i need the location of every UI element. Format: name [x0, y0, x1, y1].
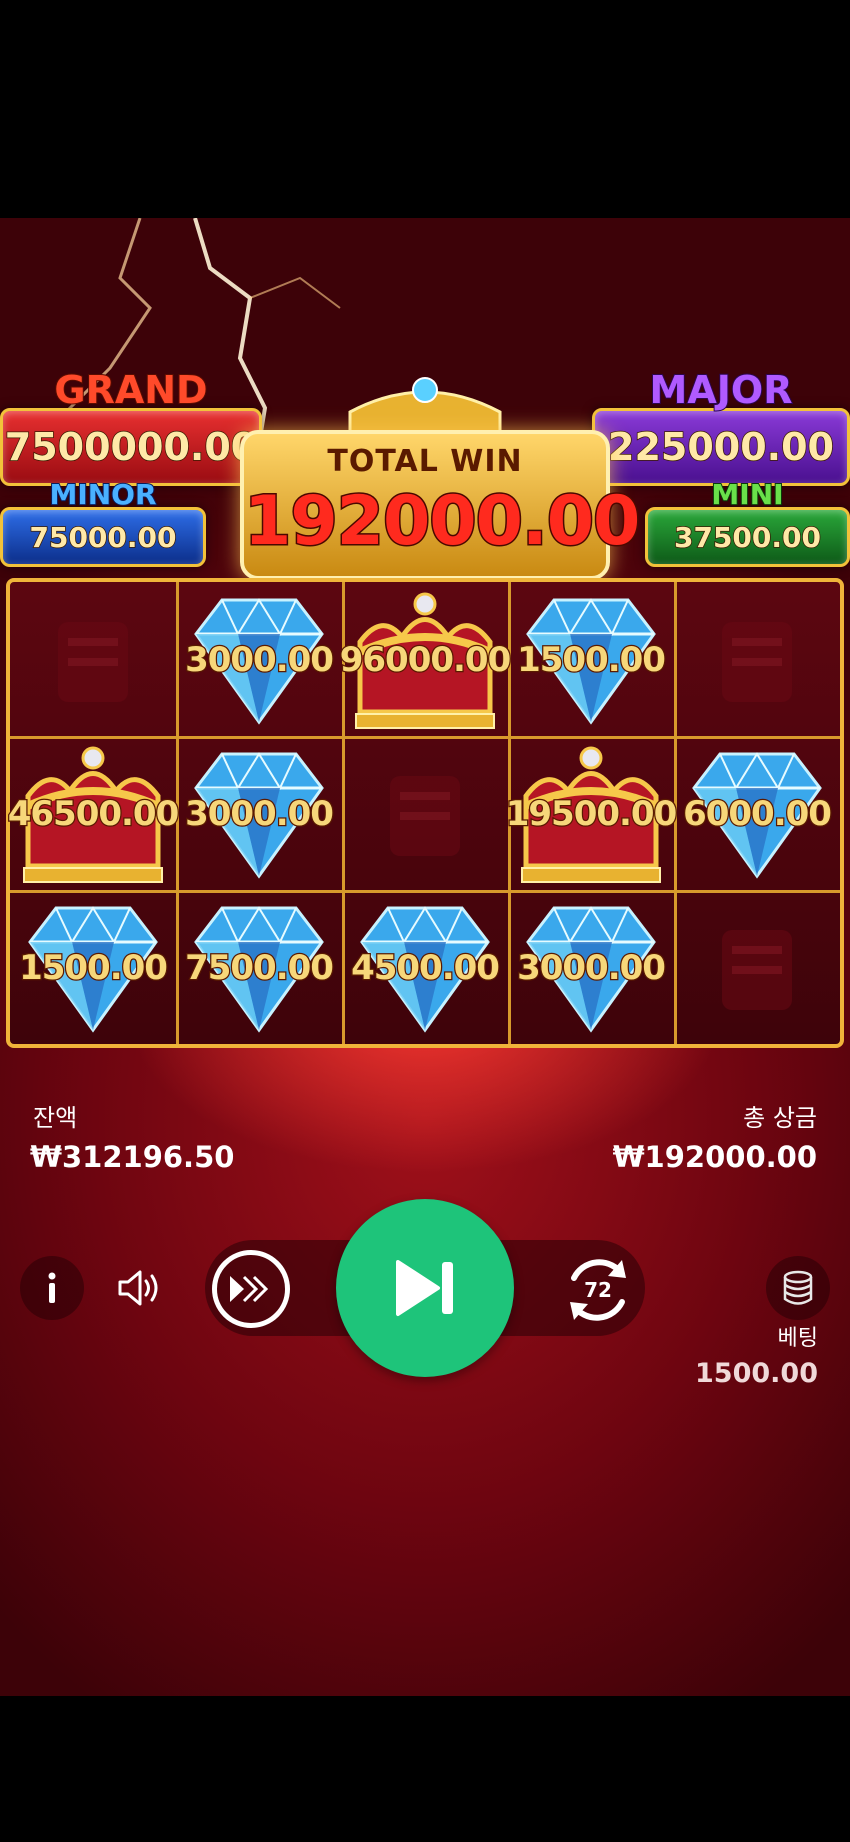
cell-value: 96000.00: [338, 639, 512, 682]
total-win-value: 192000.00: [243, 481, 642, 563]
diamond-cell: 7500.00: [176, 890, 342, 1044]
blank-symbol-icon: [722, 930, 792, 1010]
diamond-cell: 1500.00: [10, 890, 176, 1044]
bet-button[interactable]: [766, 1256, 830, 1320]
turbo-button[interactable]: [212, 1250, 290, 1328]
mini-jackpot: MINI 37500.00: [645, 477, 850, 567]
crown-cell: 46500.00: [6, 736, 181, 890]
blank-symbol-icon: [390, 776, 460, 856]
balance-value: ₩312196.50: [30, 1140, 235, 1174]
cell-value: 6000.00: [682, 793, 833, 836]
empty-cell: [342, 736, 508, 890]
total-win-label: TOTAL WIN: [327, 444, 523, 479]
mini-value: 37500.00: [645, 507, 850, 567]
skip-play-icon: [396, 1260, 453, 1316]
major-value: 225000.00: [592, 408, 850, 486]
diamond-cell: 3000.00: [176, 582, 342, 736]
autoplay-count: 72: [584, 1278, 612, 1302]
sound-button[interactable]: [108, 1256, 172, 1320]
balance-label: 잔액: [33, 1104, 78, 1132]
speaker-icon: [118, 1270, 158, 1306]
total-prize-label: 총 상금: [743, 1104, 817, 1132]
spin-button[interactable]: [336, 1199, 514, 1377]
empty-cell: [674, 890, 840, 1044]
diamond-cell: 3000.00: [176, 736, 342, 890]
major-jackpot: MAJOR 225000.00: [592, 367, 850, 486]
cell-value: 4500.00: [350, 947, 501, 990]
cell-value: 19500.00: [504, 793, 678, 836]
diamond-cell: 6000.00: [674, 736, 840, 890]
crown-cell: 96000.00: [338, 582, 513, 736]
diamond-cell: 4500.00: [342, 890, 508, 1044]
cell-value: 7500.00: [184, 947, 335, 990]
bet-value: 1500.00: [695, 1358, 818, 1389]
autoplay-button[interactable]: 72: [556, 1248, 640, 1332]
minor-jackpot: MINOR 75000.00: [0, 477, 206, 567]
empty-cell: [674, 582, 840, 736]
bet-label: 베팅: [777, 1326, 818, 1351]
cell-value: 1500.00: [18, 947, 169, 990]
diamond-cell: 1500.00: [508, 582, 674, 736]
fast-forward-icon: [230, 1275, 269, 1303]
major-title: MAJOR: [649, 367, 794, 413]
cell-value: 3000.00: [184, 793, 335, 836]
grand-value: 7500000.00: [0, 408, 262, 486]
info-button[interactable]: [20, 1256, 84, 1320]
grand-title: GRAND: [53, 367, 208, 413]
cell-value: 1500.00: [516, 639, 667, 682]
total-win-panel: TOTAL WIN 192000.00: [240, 430, 642, 580]
info-icon: [48, 1272, 56, 1303]
empty-cell: [10, 582, 176, 736]
coin-stack-icon: [783, 1270, 813, 1305]
cell-value: 3000.00: [516, 947, 667, 990]
cell-value: 3000.00: [184, 639, 335, 682]
blank-symbol-icon: [58, 622, 128, 702]
grand-jackpot: GRAND 7500000.00: [0, 367, 262, 486]
total-prize-value: ₩192000.00: [612, 1140, 817, 1174]
blank-symbol-icon: [722, 622, 792, 702]
diamond-cell: 3000.00: [508, 890, 674, 1044]
cell-value: 46500.00: [6, 793, 180, 836]
crown-cell: 19500.00: [504, 736, 679, 890]
reel-grid: 3000.00 96000.00 1500.00 46500.00 3000.0…: [6, 578, 844, 1048]
minor-value: 75000.00: [0, 507, 206, 567]
